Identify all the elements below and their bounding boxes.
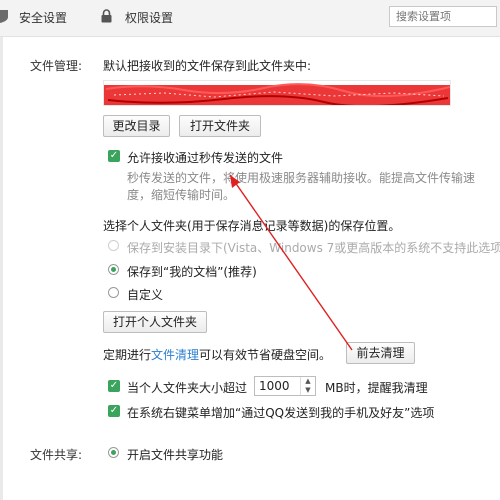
size-limit-stepper[interactable]: 1000 ▲ ▼: [254, 376, 316, 396]
checkbox-checked-icon[interactable]: ✓: [108, 380, 120, 392]
save-folder-description: 默认把接收到的文件保存到此文件夹中:: [103, 59, 312, 73]
cleanup-suffix: 可以有效节省硬盘空间。: [199, 348, 332, 362]
top-tab-bar: 安全设置 权限设置: [0, 0, 500, 37]
radio-my-documents-label: 保存到“我的文档”(推荐): [127, 265, 257, 279]
file-sharing-label: 文件共享:: [30, 448, 83, 462]
radio-enable-sharing[interactable]: [108, 447, 119, 458]
radio-custom[interactable]: [108, 287, 119, 298]
spinner-arrows-icon[interactable]: ▲ ▼: [300, 377, 315, 395]
tab-permission-settings[interactable]: 权限设置: [125, 9, 173, 26]
enable-sharing-label: 开启文件共享功能: [127, 448, 224, 462]
search-settings-input[interactable]: [389, 6, 497, 27]
shield-icon: [0, 9, 8, 26]
cleanup-prefix: 定期进行: [103, 348, 152, 362]
context-menu-option-label: 在系统右键菜单增加“通过QQ发送到我的手机及好友”选项: [127, 406, 435, 420]
change-directory-button[interactable]: 更改目录: [103, 115, 170, 137]
left-edge: [0, 36, 3, 500]
radio-my-documents[interactable]: [108, 264, 119, 275]
lock-icon: [101, 9, 112, 26]
go-cleanup-button[interactable]: 前去清理: [346, 342, 415, 364]
radio-custom-label: 自定义: [127, 288, 164, 302]
radio-install-dir-label: 保存到安装目录下(Vista、Windows 7或更高版本的系统不支持此选项: [127, 241, 500, 255]
open-folder-button[interactable]: 打开文件夹: [179, 115, 261, 137]
size-limit-suffix: MB时，提醒我清理: [325, 381, 428, 395]
allow-flash-transfer-label: 允许接收通过秒传发送的文件: [127, 151, 284, 165]
flash-transfer-desc-line2: 度，缩短传输时间。: [127, 188, 236, 202]
size-limit-prefix: 当个人文件夹大小超过: [127, 381, 248, 395]
save-path-field: [103, 80, 451, 106]
checkbox-checked-icon[interactable]: ✓: [108, 405, 120, 417]
file-management-label: 文件管理:: [30, 59, 83, 73]
redacted-path-scribble: [104, 83, 450, 105]
radio-install-dir[interactable]: [108, 240, 119, 251]
file-cleanup-link[interactable]: 文件清理: [151, 348, 199, 362]
open-personal-folder-button[interactable]: 打开个人文件夹: [103, 311, 207, 333]
personal-folder-title: 选择个人文件夹(用于保存消息记录等数据)的保存位置。: [103, 219, 401, 233]
flash-transfer-desc-line1: 秒传发送的文件，将使用极速服务器辅助接收。能提高文件传输速: [127, 171, 476, 185]
size-limit-value[interactable]: 1000: [259, 379, 290, 393]
cleanup-hint: 定期进行文件清理可以有效节省硬盘空间。: [103, 346, 331, 363]
checkbox-checked-icon[interactable]: ✓: [108, 150, 120, 162]
tab-security-settings[interactable]: 安全设置: [19, 9, 67, 26]
